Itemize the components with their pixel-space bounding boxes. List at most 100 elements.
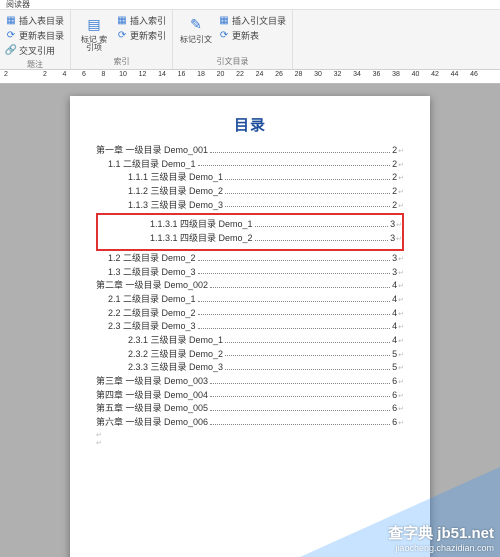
ribbon-group-index: ▤ 标记 索引项 ▦插入索引 ⟳更新索引 索引 [71,10,173,69]
toc-line: 2.3.1 三级目录 Demo_14↵ [96,335,404,347]
cross-ref-button[interactable]: 🔗交叉引用 [6,44,64,57]
toc-body: 第一章 一级目录 Demo_0012↵1.1 二级目录 Demo_12↵1.1.… [96,145,404,429]
toc-page: 4 [392,308,397,320]
toc-leader [210,152,390,153]
toc-leader [225,369,390,370]
toc-page: 3 [392,253,397,265]
paragraph-mark: ↵ [96,431,404,439]
toc-page: 3 [392,267,397,279]
update-toc-button[interactable]: ⟳更新表目录 [6,29,64,42]
toc-label: 第六章 一级目录 Demo_006 [96,417,208,429]
toc-leader [210,410,390,411]
toc-page: 6 [392,403,397,415]
toc-page: 6 [392,417,397,429]
toc-line: 1.2 二级目录 Demo_23↵ [96,253,404,265]
toc-line: 2.2 二级目录 Demo_24↵ [96,308,404,320]
update-index-button[interactable]: ⟳更新索引 [117,29,166,42]
tab-bar: 阅读器 [0,0,500,10]
toc-page: 2 [392,200,397,212]
toc-page: 2 [392,145,397,157]
toc-title: 目录 [96,114,404,135]
toc-label: 1.1.2 三级目录 Demo_2 [128,186,223,198]
ruler: 2246810121416182022242628303234363840424… [0,70,500,84]
toc-leader [225,342,390,343]
toc-label: 2.1 二级目录 Demo_1 [108,294,196,306]
toc-label: 1.1.1 三级目录 Demo_1 [128,172,223,184]
toc-leader [255,240,389,241]
toc-page: 4 [392,294,397,306]
watermark-line2: jiaocheng.chazidian.com [395,543,494,553]
toc-leader [225,355,390,356]
toc-line: 1.3 二级目录 Demo_33↵ [96,267,404,279]
toc-leader [210,396,390,397]
toc-label: 1.1.3.1 四级目录 Demo_1 [150,219,253,231]
toc-line: 1.1.2 三级目录 Demo_22↵ [96,186,404,198]
toc-leader [225,193,390,194]
toc-leader [198,328,391,329]
toc-line: 第五章 一级目录 Demo_0056↵ [96,403,404,415]
toc-leader [210,287,390,288]
toc-page: 5 [392,349,397,361]
toc-label: 第二章 一级目录 Demo_002 [96,280,208,292]
tab-reader[interactable]: 阅读器 [6,0,30,10]
toc-line: 1.1 二级目录 Demo_12↵ [96,159,404,171]
ribbon-group-caption: ▦插入表目录 ⟳更新表目录 🔗交叉引用 题注 [0,10,71,69]
toc-label: 2.3.2 三级目录 Demo_2 [128,349,223,361]
mark-citation-button[interactable]: ✎ 标记引文 [179,14,213,44]
toc-line: 第三章 一级目录 Demo_0036↵ [96,376,404,388]
toc-line: 2.3.3 三级目录 Demo_35↵ [96,362,404,374]
group-label-caption: 题注 [6,59,64,70]
watermark-line1: 查字典 jb51.net [388,522,494,543]
ribbon-group-citation: ✎ 标记引文 ▦插入引文目录 ⟳更新表 引文目录 [173,10,293,69]
mark-index-button[interactable]: ▤ 标记 索引项 [77,14,111,52]
toc-label: 2.3 二级目录 Demo_3 [108,321,196,333]
toc-label: 1.1.3 三级目录 Demo_3 [128,200,223,212]
insert-index-button[interactable]: ▦插入索引 [117,14,166,27]
insert-citation-button[interactable]: ▦插入引文目录 [219,14,286,27]
watermark-text: 查字典 jb51.net jiaocheng.chazidian.com [300,497,500,557]
toc-line: 2.3.2 三级目录 Demo_25↵ [96,349,404,361]
toc-leader [210,424,390,425]
toc-page: 6 [392,390,397,402]
paragraph-mark: ↵ [96,439,404,447]
toc-leader [255,226,389,227]
toc-page: 6 [392,376,397,388]
toc-label: 1.1.3.1 四级目录 Demo_2 [150,233,253,245]
toc-label: 2.3.3 三级目录 Demo_3 [128,362,223,374]
toc-page: 4 [392,280,397,292]
toc-label: 第三章 一级目录 Demo_003 [96,376,208,388]
toc-leader [210,383,390,384]
insert-toc-button[interactable]: ▦插入表目录 [6,14,64,27]
ribbon: 阅读器 ▦插入表目录 ⟳更新表目录 🔗交叉引用 题注 ▤ 标记 索引项 [0,0,500,70]
toc-page: 3 [390,219,395,231]
toc-label: 1.2 二级目录 Demo_2 [108,253,196,265]
toc-leader [225,206,390,207]
toc-line: 1.1.3.1 四级目录 Demo_13↵ [98,219,402,231]
toc-line: 1.1.3.1 四级目录 Demo_23↵ [98,233,402,245]
group-label-index: 索引 [77,56,166,67]
update-citation-button[interactable]: ⟳更新表 [219,29,286,42]
toc-label: 2.2 二级目录 Demo_2 [108,308,196,320]
toc-label: 第四章 一级目录 Demo_004 [96,390,208,402]
toc-label: 2.3.1 三级目录 Demo_1 [128,335,223,347]
toc-line: 1.1.1 三级目录 Demo_12↵ [96,172,404,184]
toc-page: 4 [392,321,397,333]
toc-leader [198,260,391,261]
toc-line: 1.1.3 三级目录 Demo_32↵ [96,200,404,212]
toc-leader [198,273,391,274]
toc-page: 5 [392,362,397,374]
mark-index-icon: ▤ [84,14,104,34]
group-label-citation: 引文目录 [179,56,286,67]
toc-label: 第五章 一级目录 Demo_005 [96,403,208,415]
toc-page: 2 [392,172,397,184]
toc-label: 1.1 二级目录 Demo_1 [108,159,196,171]
toc-leader [225,179,390,180]
toc-page: 4 [392,335,397,347]
toc-page: 2 [392,186,397,198]
mark-citation-icon: ✎ [186,14,206,34]
toc-line: 第一章 一级目录 Demo_0012↵ [96,145,404,157]
toc-line: 2.3 二级目录 Demo_34↵ [96,321,404,333]
toc-line: 第二章 一级目录 Demo_0024↵ [96,280,404,292]
toc-page: 2 [392,159,397,171]
highlight-box: 1.1.3.1 四级目录 Demo_13↵1.1.3.1 四级目录 Demo_2… [96,213,404,250]
